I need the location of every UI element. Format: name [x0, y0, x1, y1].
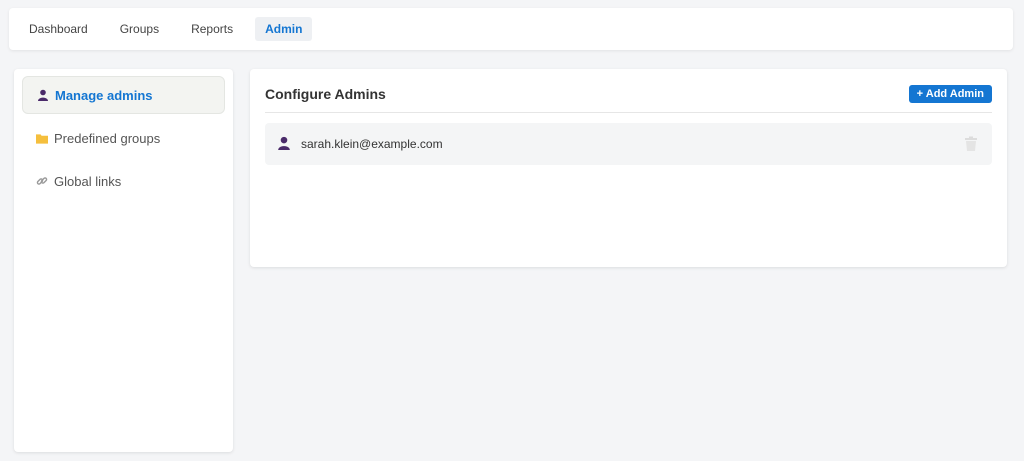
tab-reports[interactable]: Reports: [181, 17, 243, 41]
sidebar-item-predefined-groups[interactable]: Predefined groups: [22, 119, 225, 157]
sidebar-item-global-links[interactable]: Global links: [22, 162, 225, 200]
sidebar-item-label: Manage admins: [55, 87, 153, 103]
admin-email: sarah.klein@example.com: [301, 137, 443, 151]
add-admin-button[interactable]: + Add Admin: [908, 84, 992, 103]
tab-dashboard[interactable]: Dashboard: [19, 17, 98, 41]
panel-title: Configure Admins: [265, 85, 386, 102]
trash-icon[interactable]: [964, 136, 980, 152]
tab-admin[interactable]: Admin: [255, 17, 313, 41]
user-icon: [277, 136, 291, 153]
top-navigation: Dashboard Groups Reports Admin: [9, 8, 1013, 50]
sidebar-item-manage-admins[interactable]: Manage admins: [22, 76, 225, 114]
user-icon: [37, 89, 49, 101]
tab-groups[interactable]: Groups: [110, 17, 169, 41]
sidebar: Manage admins Predefined groups Global l…: [14, 69, 233, 452]
link-icon: [36, 175, 48, 187]
configure-admins-panel: Configure Admins + Add Admin sarah.klein…: [250, 69, 1007, 267]
panel-header: Configure Admins + Add Admin: [265, 75, 992, 113]
sidebar-item-label: Global links: [54, 173, 122, 189]
admin-row: sarah.klein@example.com: [265, 123, 992, 165]
sidebar-item-label: Predefined groups: [54, 130, 161, 146]
folder-icon: [36, 132, 48, 144]
